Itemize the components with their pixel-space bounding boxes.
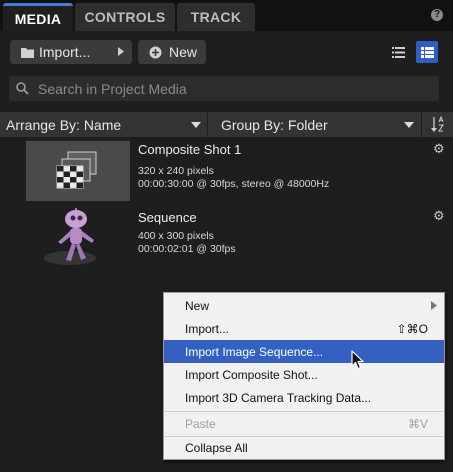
submenu-arrow-icon — [431, 301, 437, 310]
group-by-label: Group By: Folder — [221, 116, 328, 133]
media-item-duration: 00:00:02:01 @ 30fps — [138, 243, 236, 255]
menu-item-label: Import Image Sequence... — [185, 344, 324, 359]
import-button-label: Import... — [39, 44, 91, 60]
media-item-title: Composite Shot 1 — [138, 142, 242, 157]
folder-icon — [21, 47, 34, 58]
detail-view-button[interactable] — [416, 41, 438, 63]
menu-item-label: Paste — [185, 416, 216, 431]
menu-item-collapse-all[interactable]: Collapse All — [164, 436, 444, 459]
panel-tab-bar: MEDIA CONTROLS TRACK ? — [0, 0, 453, 31]
menu-item-label: New — [185, 298, 210, 313]
menu-item-new[interactable]: New — [164, 294, 444, 317]
menu-item-label: Collapse All — [185, 440, 248, 455]
list-view-icon — [391, 46, 405, 58]
search-icon — [16, 82, 29, 95]
sort-bar: Arrange By: Name Group By: Folder — [0, 112, 453, 137]
sequence-thumbnail — [44, 208, 96, 265]
menu-item-label: Import Composite Shot... — [185, 367, 318, 382]
import-button[interactable]: Import... — [10, 40, 132, 64]
tab-controls[interactable]: CONTROLS — [75, 3, 175, 31]
arrange-by-label: Arrange By: Name — [6, 116, 122, 133]
chevron-right-icon — [118, 47, 124, 56]
media-item-dimensions: 400 x 300 pixels — [138, 230, 214, 242]
composite-shot-icon — [56, 151, 97, 189]
sort-order-button[interactable] — [424, 112, 453, 137]
sort-icon — [431, 116, 444, 132]
menu-item-import[interactable]: Import... ⇧⌘O — [164, 317, 444, 340]
menu-item-import-composite-shot[interactable]: Import Composite Shot... — [164, 363, 444, 386]
search-box[interactable] — [9, 76, 439, 101]
menu-item-label: Import... — [185, 321, 230, 336]
chevron-down-icon — [404, 122, 414, 128]
media-item[interactable]: Composite Shot 1 320 x 240 pixels 00:00:… — [0, 139, 453, 205]
arrange-by-dropdown[interactable]: Arrange By: Name — [0, 112, 208, 137]
tab-track[interactable]: TRACK — [177, 3, 255, 31]
context-menu: New Import... ⇧⌘O Import Image Sequence.… — [163, 292, 445, 460]
media-item-duration: 00:00:30:00 @ 30fps, stereo @ 48000Hz — [138, 178, 330, 190]
list-view-button[interactable] — [387, 41, 409, 63]
menu-item-shortcut: ⌘V — [407, 416, 428, 431]
group-by-dropdown[interactable]: Group By: Folder — [210, 112, 422, 137]
menu-item-paste: Paste ⌘V — [164, 412, 444, 435]
menu-item-label: Import 3D Camera Tracking Data... — [185, 390, 372, 405]
media-item-title: Sequence — [138, 210, 197, 225]
menu-item-import-3d-camera-tracking[interactable]: Import 3D Camera Tracking Data... — [164, 386, 444, 409]
help-icon[interactable]: ? — [431, 9, 443, 21]
gear-icon[interactable]: ⚙ — [433, 208, 445, 224]
gear-icon[interactable]: ⚙ — [433, 141, 445, 157]
tab-media[interactable]: MEDIA — [3, 3, 73, 31]
menu-item-import-image-sequence[interactable]: Import Image Sequence... — [164, 340, 444, 363]
chevron-down-icon — [191, 122, 201, 128]
media-thumbnail — [26, 141, 130, 201]
cursor-icon — [351, 350, 364, 370]
search-input[interactable] — [38, 80, 418, 97]
add-circle-icon — [149, 46, 162, 58]
new-button[interactable]: New — [138, 40, 206, 64]
media-item[interactable]: Sequence 400 x 300 pixels 00:00:02:01 @ … — [0, 206, 453, 276]
new-button-label: New — [169, 44, 198, 60]
menu-item-shortcut: ⇧⌘O — [396, 321, 428, 336]
grid-view-icon — [420, 46, 434, 58]
media-item-dimensions: 320 x 240 pixels — [138, 165, 214, 177]
